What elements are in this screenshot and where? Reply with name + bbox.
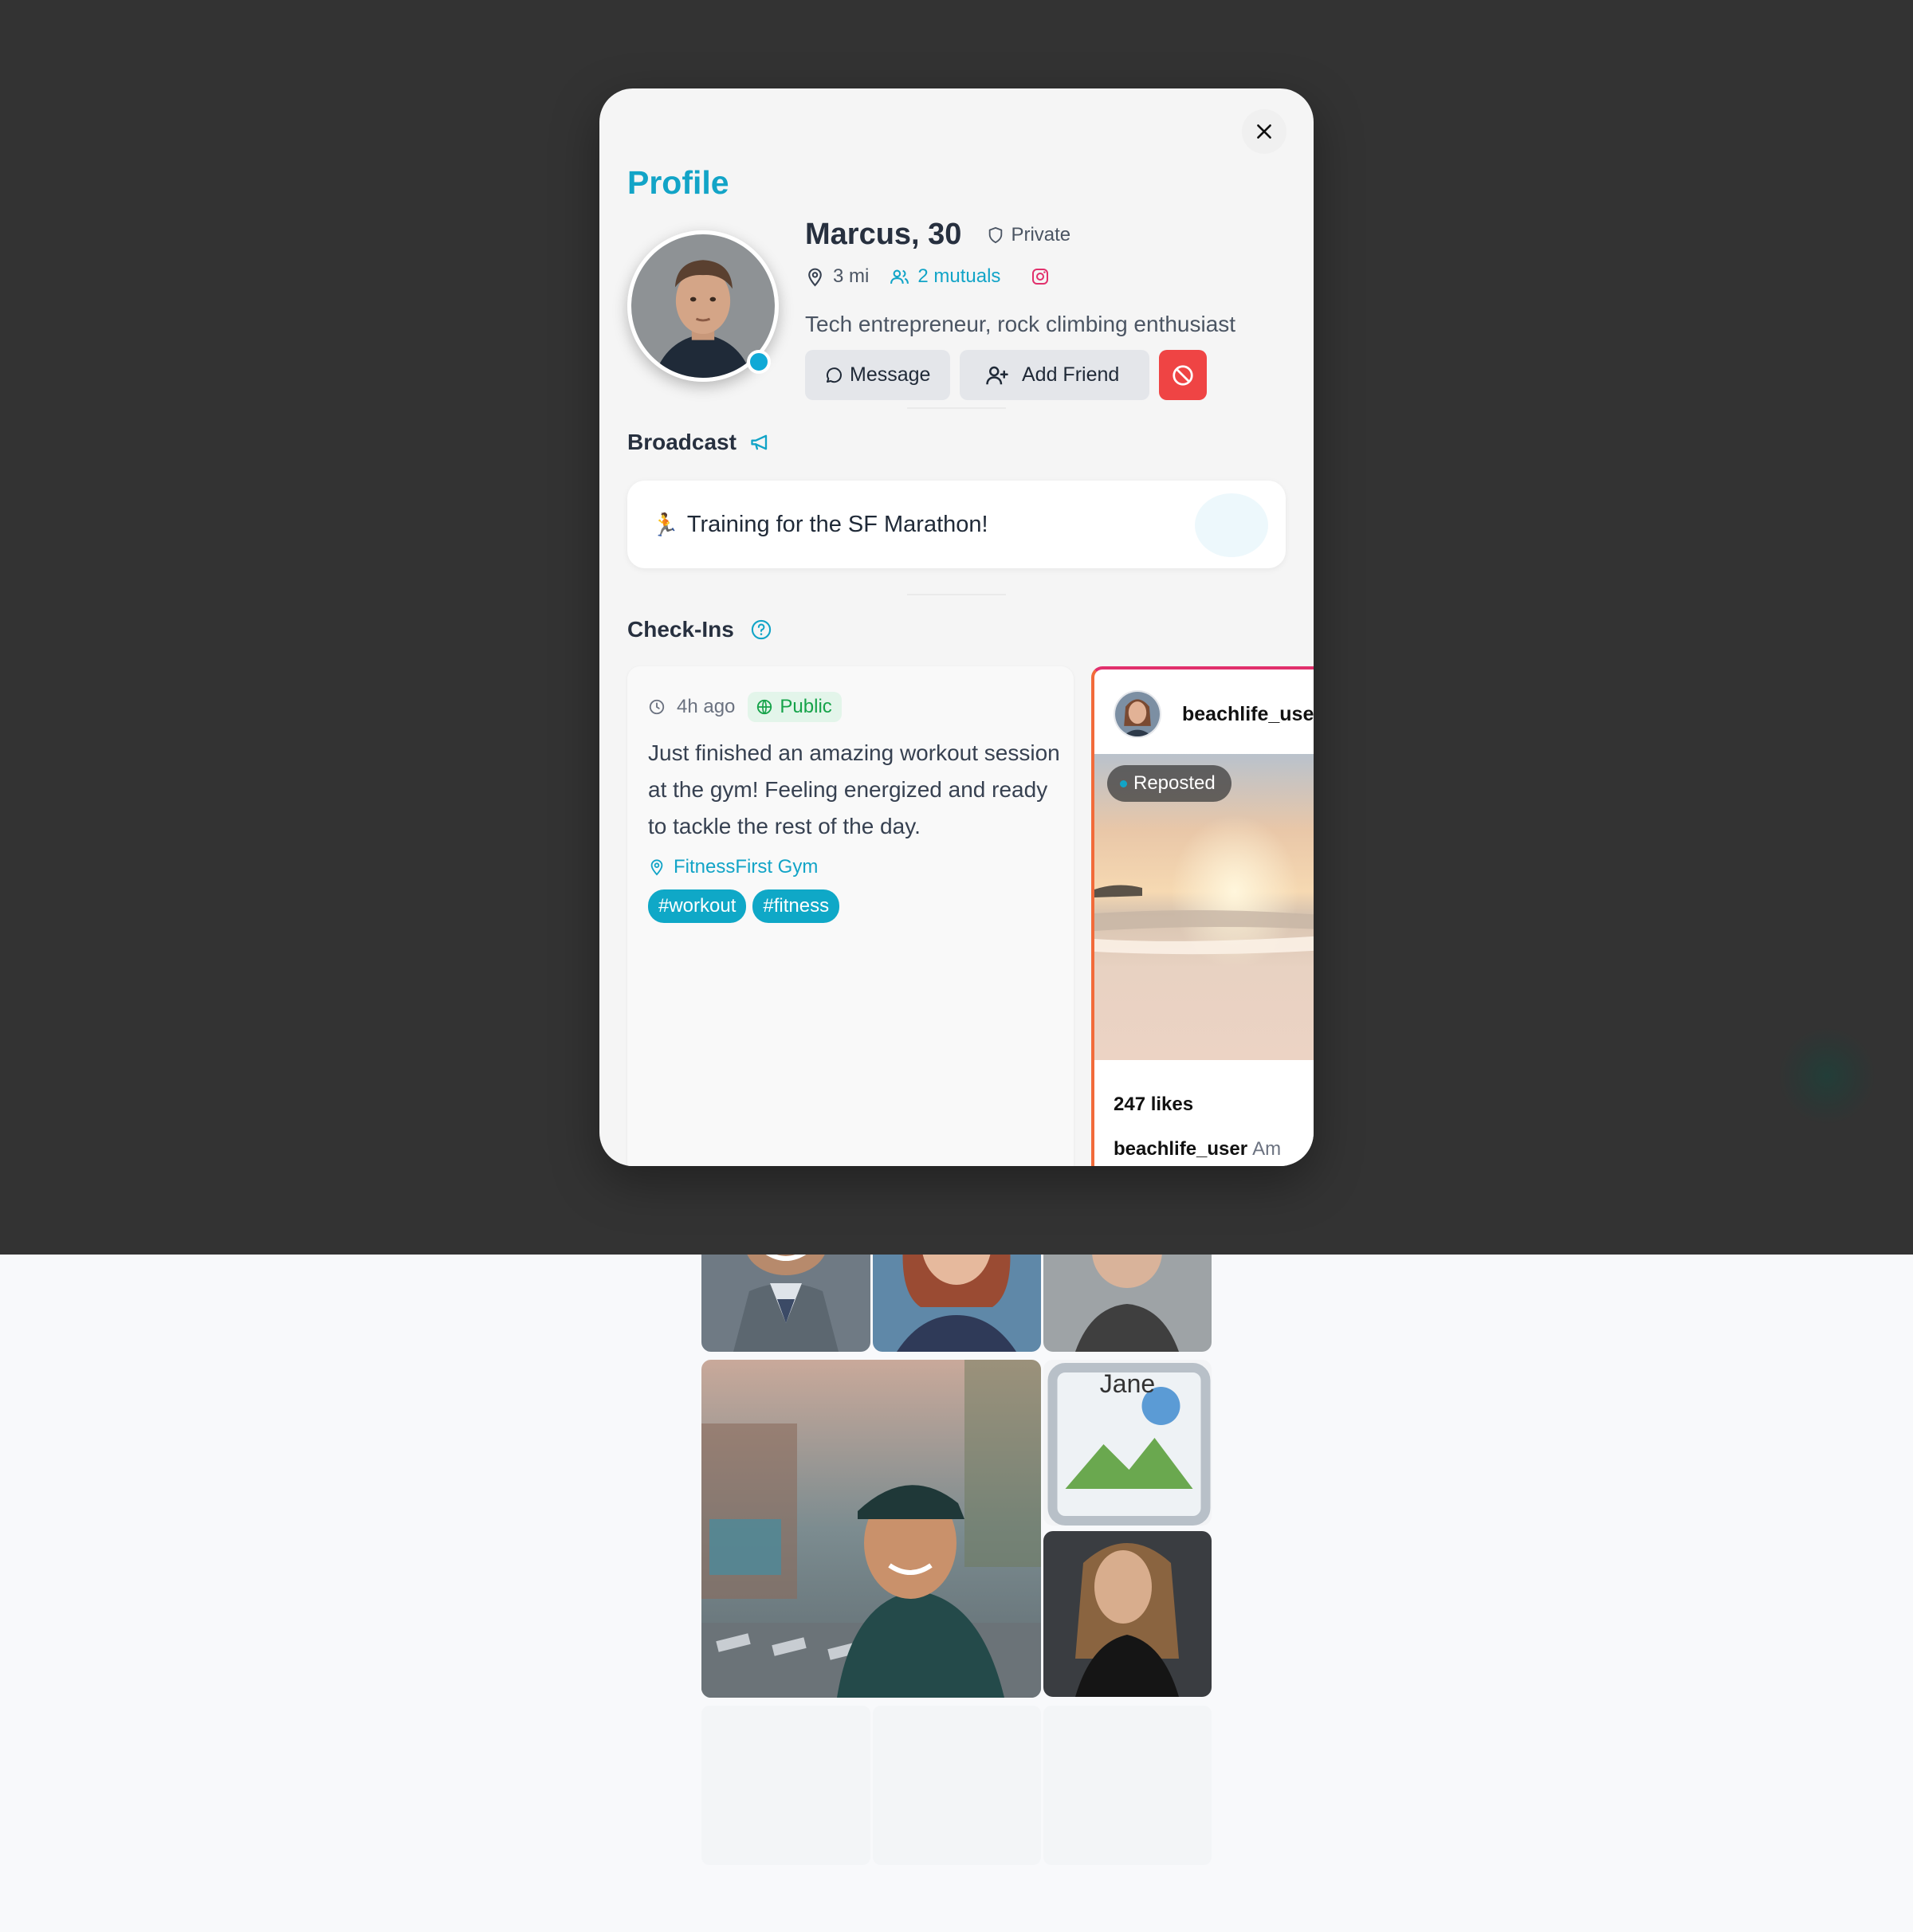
visibility-badge: Public — [748, 692, 842, 722]
checkin-card[interactable]: 4h ago Public Just finished an amazing w… — [627, 666, 1074, 1166]
help-circle-icon[interactable] — [750, 618, 772, 641]
profile-modal: Profile Marcus, 30 Private 3 mi 2 mutual… — [599, 88, 1314, 1166]
instagram-post-photo[interactable]: Reposted — [1094, 754, 1314, 1060]
privacy-label: Private — [1011, 223, 1071, 245]
privacy-badge: Private — [987, 224, 1070, 246]
broadcast-heading: Broadcast — [627, 430, 737, 454]
distance-label: 3 mi — [833, 265, 870, 287]
close-button[interactable] — [1242, 109, 1286, 154]
caption-username[interactable]: beachlife_user — [1114, 1138, 1247, 1160]
checkin-location[interactable]: FitnessFirst Gym — [648, 856, 818, 878]
grid-placeholder — [873, 1706, 1041, 1865]
close-icon — [1257, 124, 1271, 139]
shield-icon — [989, 226, 1003, 243]
block-icon — [1173, 364, 1193, 386]
checkins-heading: Check-Ins — [627, 617, 734, 642]
add-friend-button-label: Add Friend — [1022, 363, 1120, 386]
instagram-post-username[interactable]: beachlife_user — [1182, 703, 1314, 726]
instagram-icon — [1032, 269, 1049, 285]
instagram-post-caption: beachlife_user Am — [1114, 1138, 1281, 1160]
grid-photo-man-cap-street[interactable] — [701, 1360, 1041, 1698]
floating-action-button-shadow — [1779, 1028, 1875, 1124]
megaphone-icon — [751, 434, 768, 450]
mutuals-label: 2 mutuals — [917, 265, 1001, 287]
hashtag[interactable]: #workout — [648, 889, 747, 923]
hashtag[interactable]: #fitness — [752, 889, 840, 923]
broadcast-decoration — [1195, 493, 1268, 557]
map-pin-icon — [808, 268, 822, 286]
message-button[interactable]: Message — [805, 350, 950, 400]
profile-avatar[interactable] — [627, 230, 779, 382]
profile-actions: Message Add Friend — [805, 350, 1216, 400]
page-title: Profile — [627, 164, 729, 201]
reposted-dot — [1120, 779, 1127, 787]
reposted-label: Reposted — [1133, 772, 1216, 794]
instagram-link[interactable] — [1031, 267, 1050, 286]
grid-broken-image[interactable]: Jane — [1043, 1360, 1212, 1526]
mutuals-link[interactable]: 2 mutuals — [890, 265, 1000, 288]
add-friend-button[interactable]: Add Friend — [960, 350, 1149, 400]
instagram-post-likes: 247 likes — [1114, 1094, 1194, 1115]
broadcast-emoji: 🏃 — [651, 512, 679, 537]
map-pin-icon — [650, 859, 663, 876]
clock-icon — [649, 699, 665, 715]
globe-icon — [757, 699, 772, 715]
visibility-label: Public — [780, 696, 832, 717]
instagram-post-card[interactable]: beachlife_user Reposted 247 likes beachl… — [1091, 666, 1314, 1166]
broadcast-card[interactable]: 🏃 Training for the SF Marathon! — [627, 481, 1286, 568]
divider — [907, 594, 1006, 595]
broken-image-alt-text: Jane — [1099, 1369, 1156, 1398]
checkin-location-label: FitnessFirst Gym — [674, 856, 819, 878]
reposted-badge: Reposted — [1107, 765, 1231, 802]
checkins-header: Check-Ins — [627, 617, 772, 642]
user-plus-icon — [986, 366, 1008, 384]
divider — [907, 407, 1006, 409]
distance: 3 mi — [805, 265, 869, 288]
users-icon — [890, 269, 909, 284]
broadcast-header: Broadcast — [627, 430, 772, 455]
block-button[interactable] — [1159, 350, 1207, 400]
instagram-post-avatar — [1114, 690, 1161, 738]
grid-placeholder — [1043, 1706, 1212, 1865]
checkin-tags: #workout #fitness — [648, 889, 846, 923]
message-circle-icon — [826, 367, 842, 383]
checkin-text: Just finished an amazing workout session… — [648, 740, 1060, 838]
profile-name: Marcus, 30 — [805, 218, 962, 251]
grid-photo-woman-dark[interactable] — [1043, 1531, 1212, 1697]
grid-placeholder — [701, 1706, 870, 1865]
profile-bio: Tech entrepreneur, rock climbing enthusi… — [805, 312, 1236, 336]
broadcast-text: Training for the SF Marathon! — [686, 511, 988, 537]
caption-text: Am — [1252, 1138, 1282, 1160]
checkin-time: 4h ago — [677, 696, 736, 717]
online-status-dot — [747, 350, 771, 374]
message-button-label: Message — [850, 363, 931, 386]
